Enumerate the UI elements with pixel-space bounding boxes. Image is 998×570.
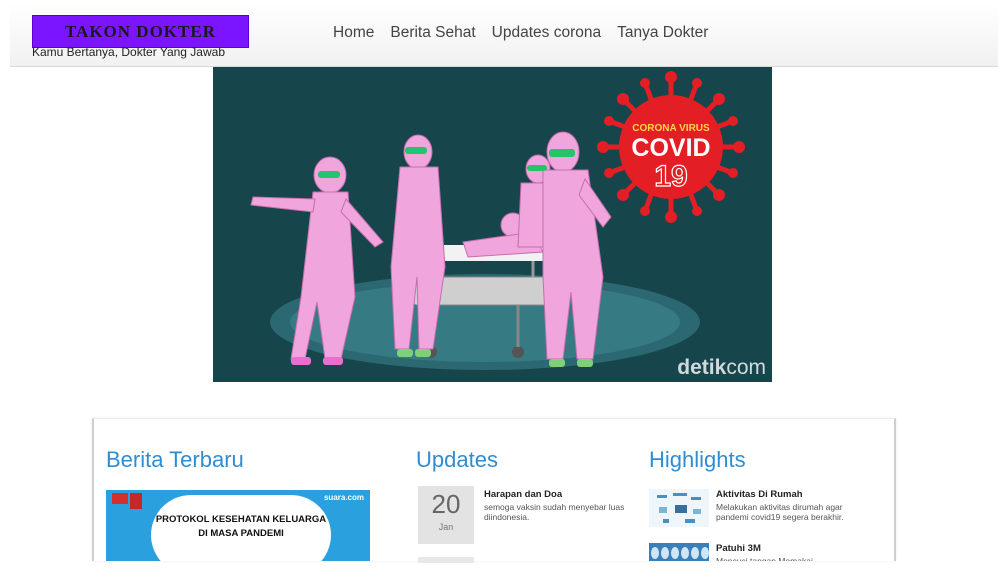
main-nav: Home Berita Sehat Updates corona Tanya D… [333, 24, 708, 42]
thumb-headline: PROTOKOL KESEHATAN KELUARGA DI MASA PAND… [151, 513, 331, 541]
hero-illustration: CORONA VIRUS COVID 19 [250, 71, 745, 370]
date-day: 20 [431, 489, 461, 519]
badge-icon [112, 493, 128, 504]
site-header: TAKON DOKTER Kamu Bertanya, Dokter Yang … [10, 4, 998, 67]
date-badge: 20 Jan [418, 486, 474, 544]
badge-line3: 19 [654, 160, 687, 193]
medical-workers-illustration [250, 131, 612, 360]
update-desc: semoga vaksin sudah menyebar luas diindo… [484, 502, 625, 522]
watermark-thin: com [726, 356, 766, 379]
berita-terbaru-heading: Berita Terbaru [106, 447, 244, 472]
nav-berita-sehat[interactable]: Berita Sehat [390, 24, 475, 42]
date-badge [418, 557, 474, 563]
badge-icon [130, 493, 142, 509]
site-logo[interactable]: TAKON DOKTER [32, 15, 249, 48]
nav-home[interactable]: Home [333, 24, 374, 42]
logo-text: TAKON DOKTER [64, 21, 216, 41]
thumb-headline-line1: PROTOKOL KESEHATAN KELUARGA [155, 514, 327, 525]
nav-tanya-dokter[interactable]: Tanya Dokter [617, 24, 708, 42]
hand-wash-icon [651, 547, 709, 559]
badge-line1: CORONA VIRUS [632, 123, 710, 134]
berita-thumbnail[interactable]: suara.com PROTOKOL KESEHATAN KELUARGA DI… [106, 490, 370, 561]
highlight-desc: Melakukan aktivitas dirumah agar pandemi… [716, 502, 844, 522]
site-tagline: Kamu Bertanya, Dokter Yang Jawab [32, 45, 225, 59]
thumb-headline-line2: DI MASA PANDEMI [198, 528, 284, 539]
highlight-title[interactable]: Aktivitas Di Rumah [716, 489, 803, 500]
content-panel: Berita Terbaru suara.com PROTOKOL KESEHA… [92, 418, 896, 563]
highlight-thumbnail[interactable] [649, 543, 709, 561]
watermark-bold: detik [677, 356, 727, 379]
update-title[interactable]: Harapan dan Doa [484, 489, 562, 500]
date-month: Jan [438, 522, 454, 532]
hero-image: CORONA VIRUS COVID 19 detikcom [213, 67, 772, 382]
thumb-source: suara.com [323, 493, 364, 502]
updates-heading: Updates [416, 447, 498, 472]
highlight-title[interactable]: Patuhi 3M [716, 543, 761, 554]
badge-line2: COVID [631, 134, 710, 162]
highlight-thumbnail[interactable] [649, 489, 709, 527]
home-activity-icon [657, 493, 701, 523]
highlight-desc: Mencuci tangan Memakai [716, 556, 813, 561]
covid-virus-icon: CORONA VIRUS COVID 19 [597, 71, 745, 223]
image-watermark: detikcom [677, 356, 766, 380]
nav-updates-corona[interactable]: Updates corona [492, 24, 601, 42]
highlights-heading: Highlights [649, 447, 746, 472]
